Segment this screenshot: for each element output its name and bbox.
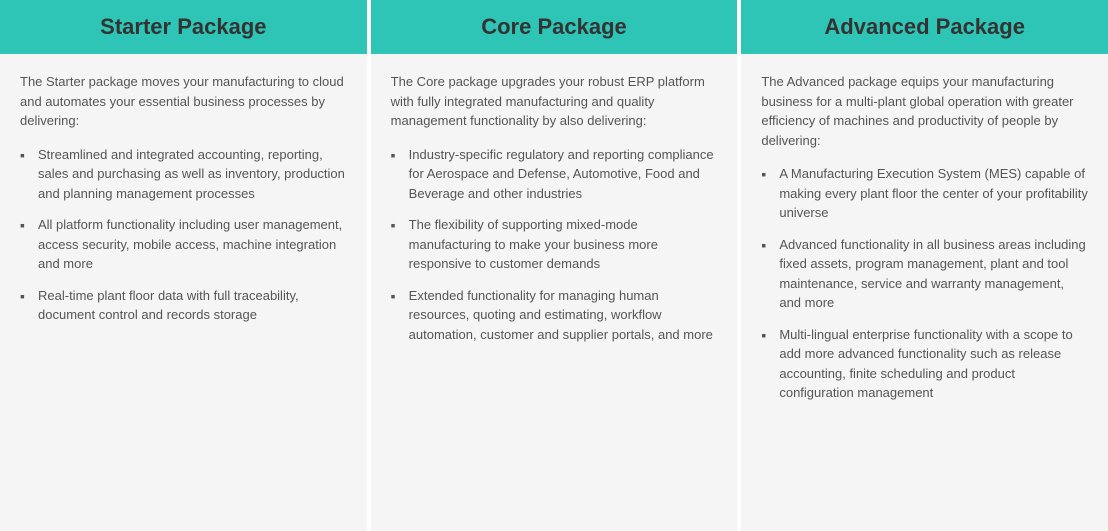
list-item: Extended functionality for managing huma… [391, 286, 718, 345]
list-item: Real-time plant floor data with full tra… [20, 286, 347, 325]
list-item: All platform functionality including use… [20, 215, 347, 274]
package-col-core: Core Package The Core package upgrades yo… [371, 0, 738, 531]
list-item: The flexibility of supporting mixed-mode… [391, 215, 718, 274]
list-item: Advanced functionality in all business a… [761, 235, 1088, 313]
package-title-starter: Starter Package [20, 14, 347, 40]
package-header-starter: Starter Package [0, 0, 367, 54]
package-description-core: The Core package upgrades your robust ER… [391, 72, 718, 131]
package-body-starter: The Starter package moves your manufactu… [0, 54, 367, 531]
list-item: Industry-specific regulatory and reporti… [391, 145, 718, 204]
package-col-advanced: Advanced Package The Advanced package equ… [741, 0, 1108, 531]
package-header-core: Core Package [371, 0, 738, 54]
list-item: A Manufacturing Execution System (MES) c… [761, 164, 1088, 223]
package-body-core: The Core package upgrades your robust ER… [371, 54, 738, 531]
package-list-core: Industry-specific regulatory and reporti… [391, 145, 718, 345]
package-list-advanced: A Manufacturing Execution System (MES) c… [761, 164, 1088, 403]
package-description-advanced: The Advanced package equips your manufac… [761, 72, 1088, 150]
package-description-starter: The Starter package moves your manufactu… [20, 72, 347, 131]
package-list-starter: Streamlined and integrated accounting, r… [20, 145, 347, 325]
package-title-advanced: Advanced Package [761, 14, 1088, 40]
package-title-core: Core Package [391, 14, 718, 40]
package-col-starter: Starter Package The Starter package moves… [0, 0, 367, 531]
package-body-advanced: The Advanced package equips your manufac… [741, 54, 1108, 531]
package-header-advanced: Advanced Package [741, 0, 1108, 54]
list-item: Streamlined and integrated accounting, r… [20, 145, 347, 204]
list-item: Multi-lingual enterprise functionality w… [761, 325, 1088, 403]
packages-container: Starter Package The Starter package moves… [0, 0, 1108, 531]
